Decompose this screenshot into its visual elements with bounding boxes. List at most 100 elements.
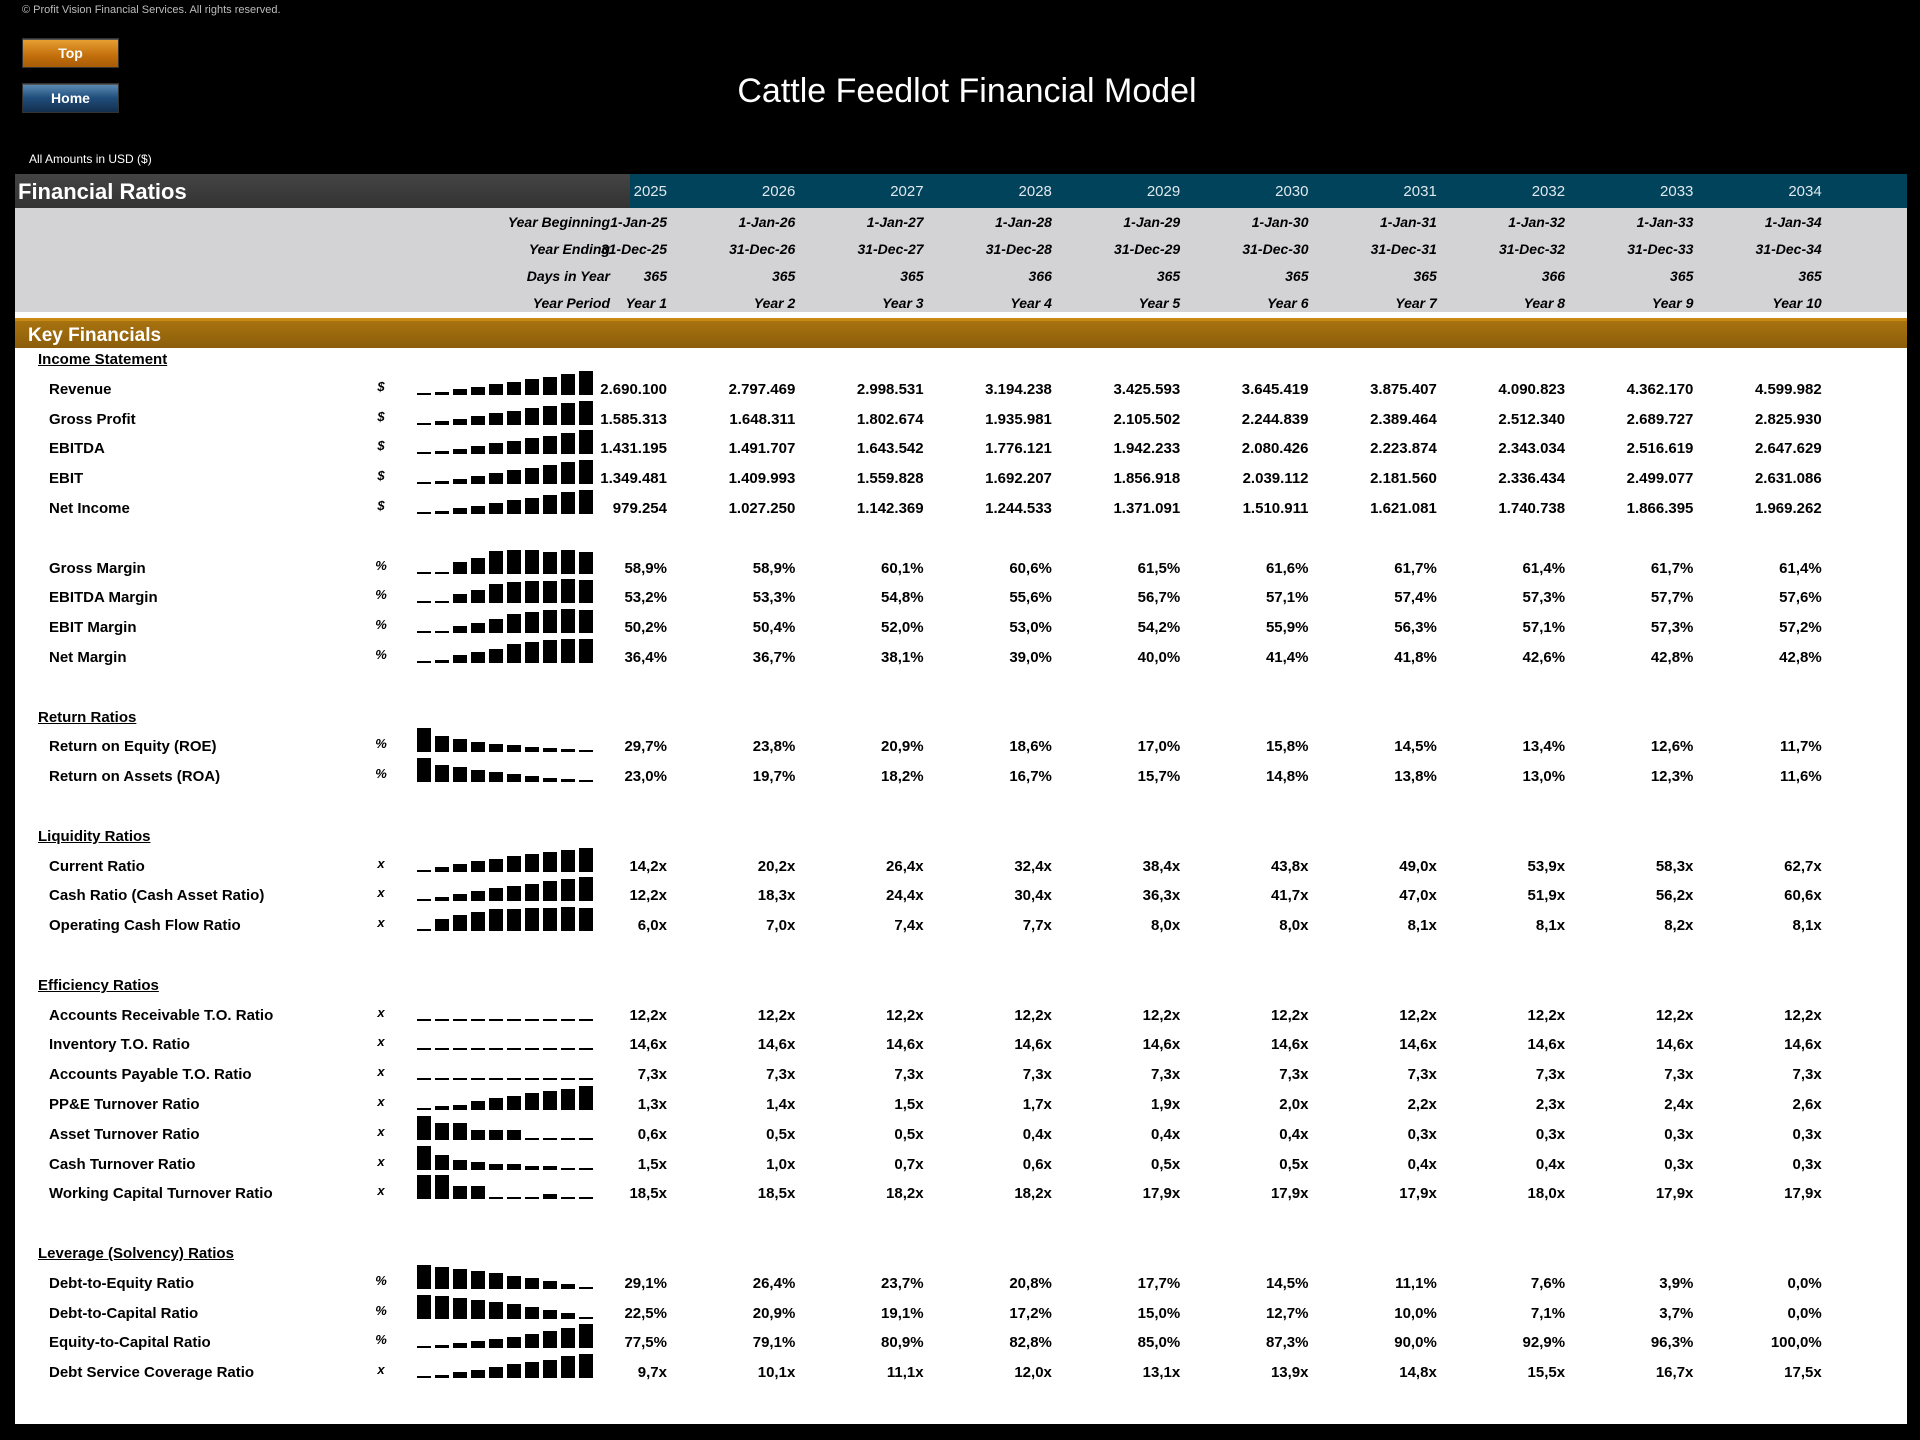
value-cell: 14,6x	[629, 1036, 667, 1054]
value-cell: 15,0%	[1137, 1304, 1181, 1322]
financial-ratios-sheet: Financial Ratios 2025 2026 2027 2028 2029 203…	[15, 174, 1907, 1424]
value-cell: 0,0%	[1787, 1274, 1822, 1292]
value-cell: 7,3x	[766, 1066, 796, 1084]
value-cell: 18,5x	[757, 1185, 796, 1203]
value-cell: 7,3x	[1535, 1066, 1566, 1084]
sparkline-bar	[543, 1078, 557, 1081]
sparkline-bar	[435, 1375, 449, 1379]
sparkline-bar	[453, 1297, 467, 1319]
sparkline-bar	[507, 1275, 521, 1289]
value-cell: 61,7%	[1394, 559, 1437, 577]
value-cell: 92,9%	[1522, 1334, 1566, 1352]
sparkline-bar	[489, 858, 503, 872]
unit-label: $	[377, 408, 385, 424]
value-cell: 38,1%	[881, 649, 924, 666]
value-cell: 18,2%	[881, 768, 924, 786]
section-title: Efficiency Ratios	[38, 976, 159, 994]
row-label: Current Ratio	[49, 857, 145, 875]
unit-label: $	[377, 378, 385, 394]
sparkline-bar	[489, 648, 503, 663]
sparkline-bar	[471, 506, 485, 514]
top-button[interactable]: Top	[22, 38, 119, 68]
value-cell: 3.425.593	[1113, 380, 1181, 398]
value-cell: 47,0x	[1399, 887, 1437, 905]
sparkline-bar	[453, 1372, 467, 1379]
value-cell: 1.559.828	[856, 470, 924, 488]
row-label: Accounts Receivable T.O. Ratio	[49, 1006, 274, 1024]
value-cell: 1.621.081	[1370, 500, 1437, 517]
value-cell: 7,3x	[1407, 1066, 1437, 1084]
date-cell: 31-Dec-31	[1370, 241, 1437, 257]
value-cell: 12,2x	[1142, 1006, 1181, 1024]
sparkline-bar	[435, 1154, 449, 1170]
sparkline-bar	[543, 1281, 557, 1289]
unit-label: x	[377, 1064, 385, 1080]
value-cell: 1.740.738	[1498, 500, 1566, 517]
sparkline-bar	[543, 1359, 557, 1379]
row-label: Inventory T.O. Ratio	[49, 1036, 190, 1054]
sparkline-bar	[453, 739, 467, 753]
value-cell: 8,1x	[1792, 917, 1822, 935]
date-cell: 31-Dec-26	[729, 241, 796, 257]
year-column-header: 2031	[1403, 183, 1437, 200]
value-cell: 13,9x	[1270, 1364, 1309, 1382]
value-cell: 57,3%	[1522, 589, 1566, 607]
sparkline-bar	[525, 438, 539, 455]
value-cell: 3.645.419	[1241, 380, 1309, 398]
value-cell: 16,7x	[1655, 1364, 1694, 1382]
sparkline-bar	[489, 503, 503, 514]
value-cell: 51,9x	[1527, 887, 1566, 905]
sparkline-bar	[417, 899, 431, 902]
sparkline-bar	[471, 1162, 485, 1170]
value-cell: 7,6%	[1530, 1274, 1566, 1292]
value-cell: 8,0x	[1279, 917, 1309, 935]
sparkline-bar	[453, 1186, 467, 1200]
value-cell: 57,4%	[1394, 589, 1437, 607]
sparkline-bar	[417, 1264, 431, 1289]
value-cell: 2,3x	[1535, 1096, 1566, 1113]
value-cell: 1.942.233	[1113, 440, 1181, 458]
sparkline-bar	[525, 775, 539, 783]
sparkline-bar	[507, 1130, 521, 1140]
row-label: Gross Profit	[49, 410, 136, 428]
value-cell: 17,7%	[1137, 1274, 1181, 1292]
value-cell: 23,0%	[624, 768, 667, 786]
unit-label: x	[377, 1153, 385, 1169]
value-cell: 56,7%	[1137, 589, 1181, 607]
sparkline-bar	[471, 741, 485, 753]
value-cell: 18,2x	[886, 1185, 924, 1203]
sparkline-bar	[453, 562, 467, 574]
value-cell: 8,1x	[1535, 917, 1566, 935]
value-cell: 0,4x	[1279, 1125, 1309, 1143]
value-cell: 9,7x	[637, 1364, 667, 1382]
value-cell: 7,1%	[1530, 1304, 1566, 1322]
sparkline-bar	[471, 1369, 485, 1379]
value-cell: 2.797.469	[728, 380, 796, 398]
value-cell: 14,6x	[757, 1036, 796, 1054]
sparkline-bar	[417, 1048, 431, 1051]
sparkline-bar	[435, 764, 449, 783]
value-cell: 1,5x	[637, 1155, 667, 1173]
sparkline-bar	[489, 1048, 503, 1051]
section-title: Return Ratios	[38, 708, 137, 726]
value-cell: 19,7%	[752, 768, 796, 786]
value-cell: 15,8%	[1265, 738, 1309, 756]
sparkline-bar	[435, 1266, 449, 1289]
sparkline-bar	[543, 1165, 557, 1170]
value-cell: 26,4x	[886, 857, 924, 875]
value-cell: 16,7%	[1009, 768, 1052, 786]
date-cell: 366	[1028, 268, 1052, 284]
value-cell: 14,6x	[1399, 1036, 1437, 1054]
date-cell: 31-Dec-33	[1627, 241, 1694, 257]
value-cell: 2.389.464	[1370, 410, 1437, 428]
value-cell: 30,4x	[1014, 887, 1052, 905]
date-cell: 31-Dec-34	[1755, 241, 1822, 257]
sparkline-bar	[507, 1096, 521, 1110]
sparkline-bar	[543, 551, 557, 574]
value-cell: 4.362.170	[1626, 380, 1694, 398]
sparkline-bar	[417, 1346, 431, 1349]
value-cell: 1,0x	[766, 1155, 796, 1173]
value-cell: 14,6x	[1142, 1036, 1181, 1054]
value-cell: 0,5x	[1279, 1155, 1309, 1173]
sparkline-bar	[543, 1193, 557, 1200]
